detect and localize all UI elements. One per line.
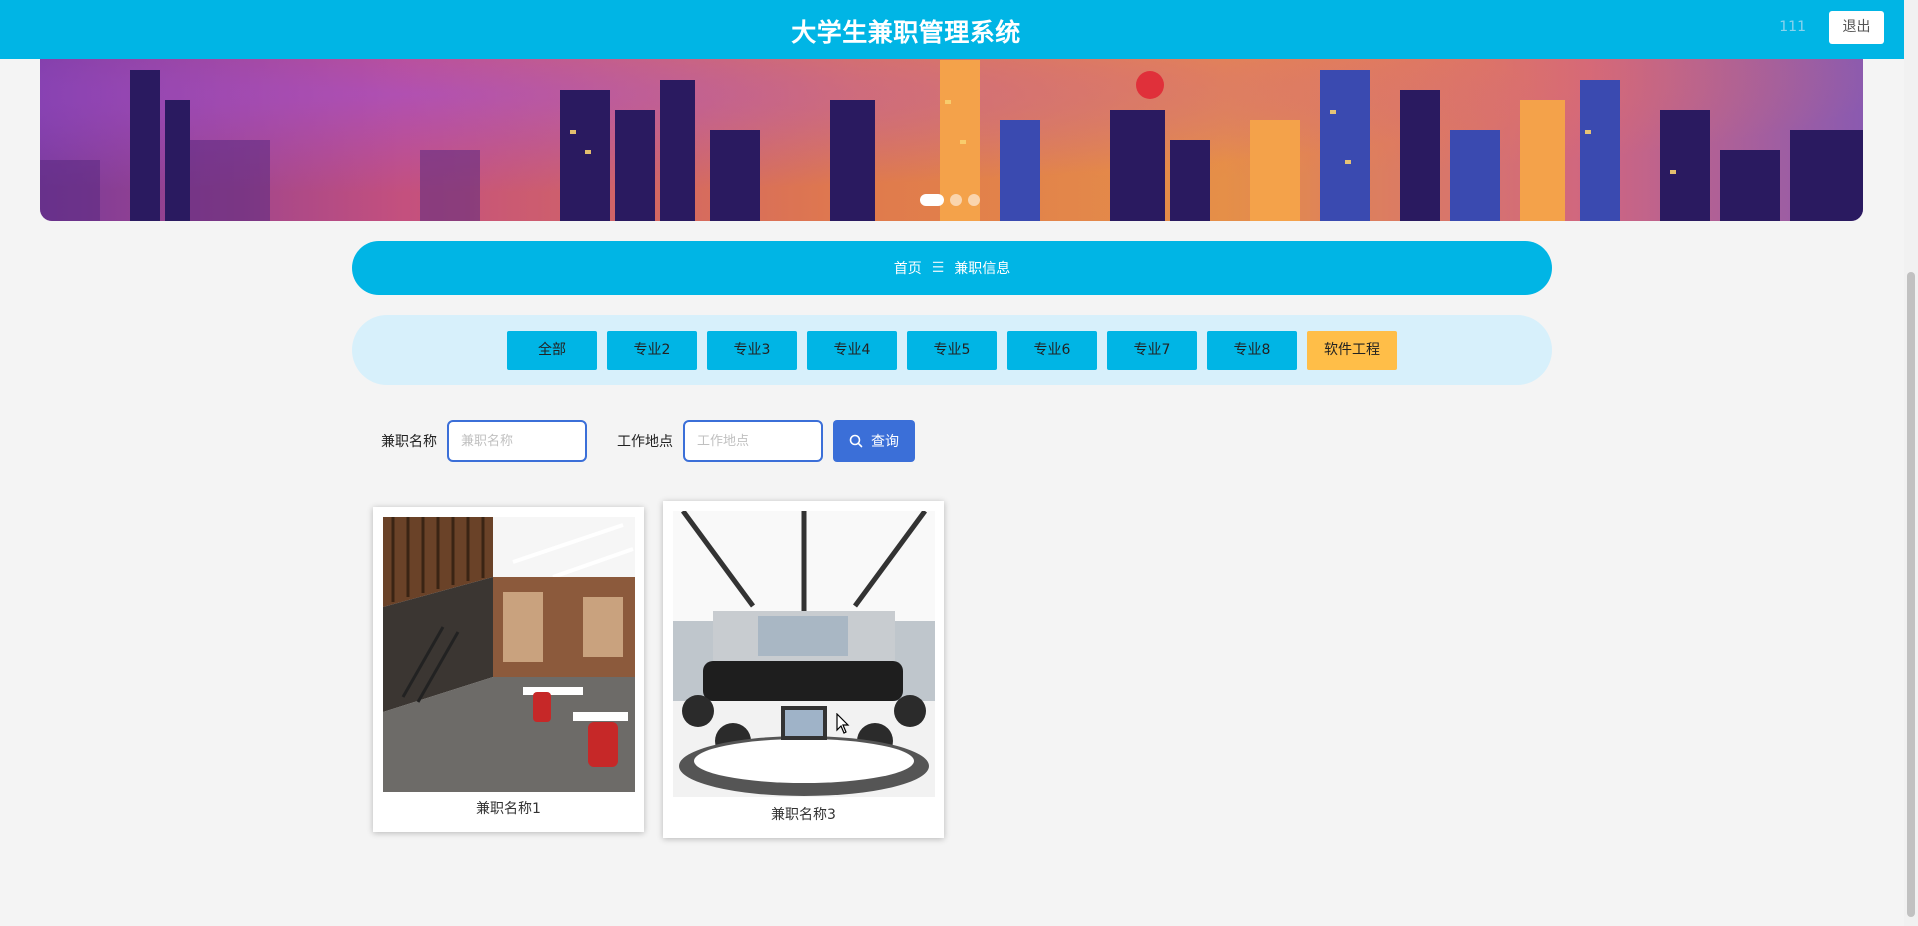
category-major-5[interactable]: 专业5	[907, 330, 997, 370]
search-icon	[849, 434, 863, 448]
carousel-dot-1[interactable]	[920, 194, 944, 206]
category-filter-bar: 全部 专业2 专业3 专业4 专业5 专业6 专业7 专业8 软件工程	[352, 315, 1552, 385]
mouse-cursor-icon	[836, 713, 850, 734]
job-name: 兼职名称1	[476, 801, 541, 817]
search-form: 兼职名称 工作地点 查询	[381, 420, 915, 462]
job-card[interactable]: 兼职名称1	[373, 507, 644, 832]
scrollbar-thumb[interactable]	[1907, 272, 1915, 917]
username-label[interactable]: 111	[1779, 19, 1806, 35]
carousel-dot-2[interactable]	[950, 194, 962, 206]
search-button[interactable]: 查询	[833, 420, 915, 462]
job-image-1	[383, 517, 635, 792]
breadcrumb-separator-icon: ☰	[931, 260, 945, 276]
category-major-2[interactable]: 专业2	[607, 330, 697, 370]
job-name-input[interactable]	[447, 420, 587, 462]
category-major-7[interactable]: 专业7	[1107, 330, 1197, 370]
app-title: 大学生兼职管理系统	[791, 18, 1021, 47]
work-place-label: 工作地点	[617, 434, 673, 450]
breadcrumb-current: 兼职信息	[954, 261, 1011, 277]
breadcrumb-home[interactable]: 首页	[894, 258, 922, 278]
category-major-6[interactable]: 专业6	[1007, 330, 1097, 370]
category-major-3[interactable]: 专业3	[707, 330, 797, 370]
job-name: 兼职名称3	[771, 807, 836, 823]
carousel-dot-3[interactable]	[968, 194, 980, 206]
top-navbar: 大学生兼职管理系统 111 退出	[0, 0, 1904, 59]
category-major-8[interactable]: 专业8	[1207, 330, 1297, 370]
job-card[interactable]: 兼职名称3	[663, 501, 944, 838]
category-major-4[interactable]: 专业4	[807, 330, 897, 370]
vertical-scrollbar[interactable]	[1904, 0, 1918, 926]
job-image-2	[673, 511, 935, 797]
logout-button[interactable]: 退出	[1829, 11, 1884, 44]
work-place-input[interactable]	[683, 420, 823, 462]
search-button-label: 查询	[871, 434, 899, 450]
category-software-engineering[interactable]: 软件工程	[1307, 330, 1397, 370]
job-name-label: 兼职名称	[381, 434, 437, 450]
carousel-indicators	[920, 194, 980, 206]
breadcrumb: 首页 ☰ 兼职信息	[352, 241, 1552, 295]
category-all[interactable]: 全部	[507, 330, 597, 370]
banner-carousel[interactable]	[40, 40, 1863, 221]
